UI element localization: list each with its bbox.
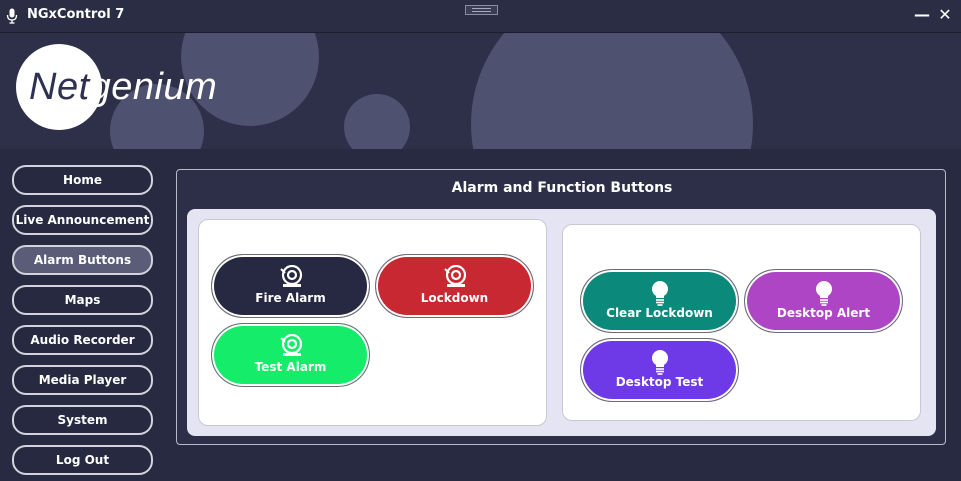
drag-handle[interactable] bbox=[465, 5, 498, 15]
nav-log-out-button[interactable]: Log Out bbox=[12, 445, 153, 475]
test-alarm-button[interactable]: Test Alarm bbox=[211, 323, 370, 387]
desktop-alert-label: Desktop Alert bbox=[776, 306, 871, 320]
panel-title: Alarm and Function Buttons bbox=[451, 180, 673, 196]
clear-lockdown-button[interactable]: Clear Lockdown bbox=[580, 269, 739, 333]
nav-system-button[interactable]: System bbox=[12, 405, 153, 435]
nav-maps-button[interactable]: Maps bbox=[12, 285, 153, 315]
lockdown-label: Lockdown bbox=[420, 291, 489, 305]
clear-lockdown-label: Clear Lockdown bbox=[606, 306, 713, 320]
netgenium-logo: Netgenium bbox=[29, 66, 218, 108]
bell-icon bbox=[279, 265, 302, 287]
fire-alarm-label: Fire Alarm bbox=[255, 291, 326, 305]
nav-live-announcement-button[interactable]: Live Announcement bbox=[12, 205, 153, 235]
microphone-icon bbox=[6, 8, 18, 24]
desktop-alert-button[interactable]: Desktop Alert bbox=[744, 269, 903, 333]
desktop-test-button[interactable]: Desktop Test bbox=[580, 338, 739, 402]
lightbulb-icon bbox=[815, 281, 832, 306]
minimize-button[interactable]: — bbox=[912, 5, 932, 25]
header-banner: Netgenium bbox=[0, 33, 961, 149]
nav-alarm-buttons-button[interactable]: Alarm Buttons bbox=[12, 245, 153, 275]
window-title: NGxControl 7 bbox=[27, 7, 125, 22]
nav-home-button[interactable]: Home bbox=[12, 165, 153, 195]
panel-inner: Fire Alarm Lockdown Test Alarm Clear Loc… bbox=[187, 209, 936, 436]
decorative-bubble bbox=[344, 94, 410, 149]
bell-icon bbox=[279, 334, 302, 356]
nav-media-player-button[interactable]: Media Player bbox=[12, 365, 153, 395]
decorative-bubble bbox=[471, 33, 753, 149]
test-alarm-label: Test Alarm bbox=[254, 360, 327, 374]
title-bar: NGxControl 7 — ✕ bbox=[0, 0, 961, 33]
desktop-test-label: Desktop Test bbox=[615, 375, 704, 389]
fire-alarm-button[interactable]: Fire Alarm bbox=[211, 254, 370, 318]
alarm-button-group: Fire Alarm Lockdown Test Alarm bbox=[198, 219, 547, 426]
alarm-function-panel: Alarm and Function Buttons Fire Alarm Lo… bbox=[176, 169, 946, 445]
lockdown-button[interactable]: Lockdown bbox=[375, 254, 534, 318]
lightbulb-icon bbox=[651, 350, 668, 375]
function-button-group: Clear Lockdown Desktop Alert Desktop Tes… bbox=[562, 224, 921, 421]
bell-icon bbox=[443, 265, 466, 287]
close-button[interactable]: ✕ bbox=[935, 5, 955, 25]
nav-audio-recorder-button[interactable]: Audio Recorder bbox=[12, 325, 153, 355]
lightbulb-icon bbox=[651, 281, 668, 306]
